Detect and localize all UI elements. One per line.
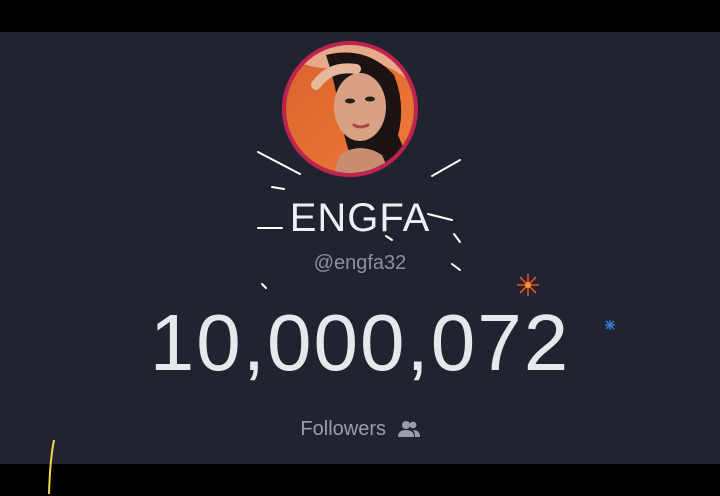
avatar[interactable] xyxy=(282,41,418,177)
profile-photo xyxy=(286,45,414,173)
followers-label: Followers xyxy=(300,418,386,440)
follower-count: 10,000,072 xyxy=(149,298,571,387)
bottom-letterbox xyxy=(0,464,720,496)
people-icon xyxy=(397,420,420,444)
top-letterbox xyxy=(0,0,720,32)
username-handle: @engfa32 xyxy=(313,252,407,274)
display-name: ENGFA xyxy=(289,196,431,240)
followers-label-row: Followers xyxy=(0,418,720,444)
